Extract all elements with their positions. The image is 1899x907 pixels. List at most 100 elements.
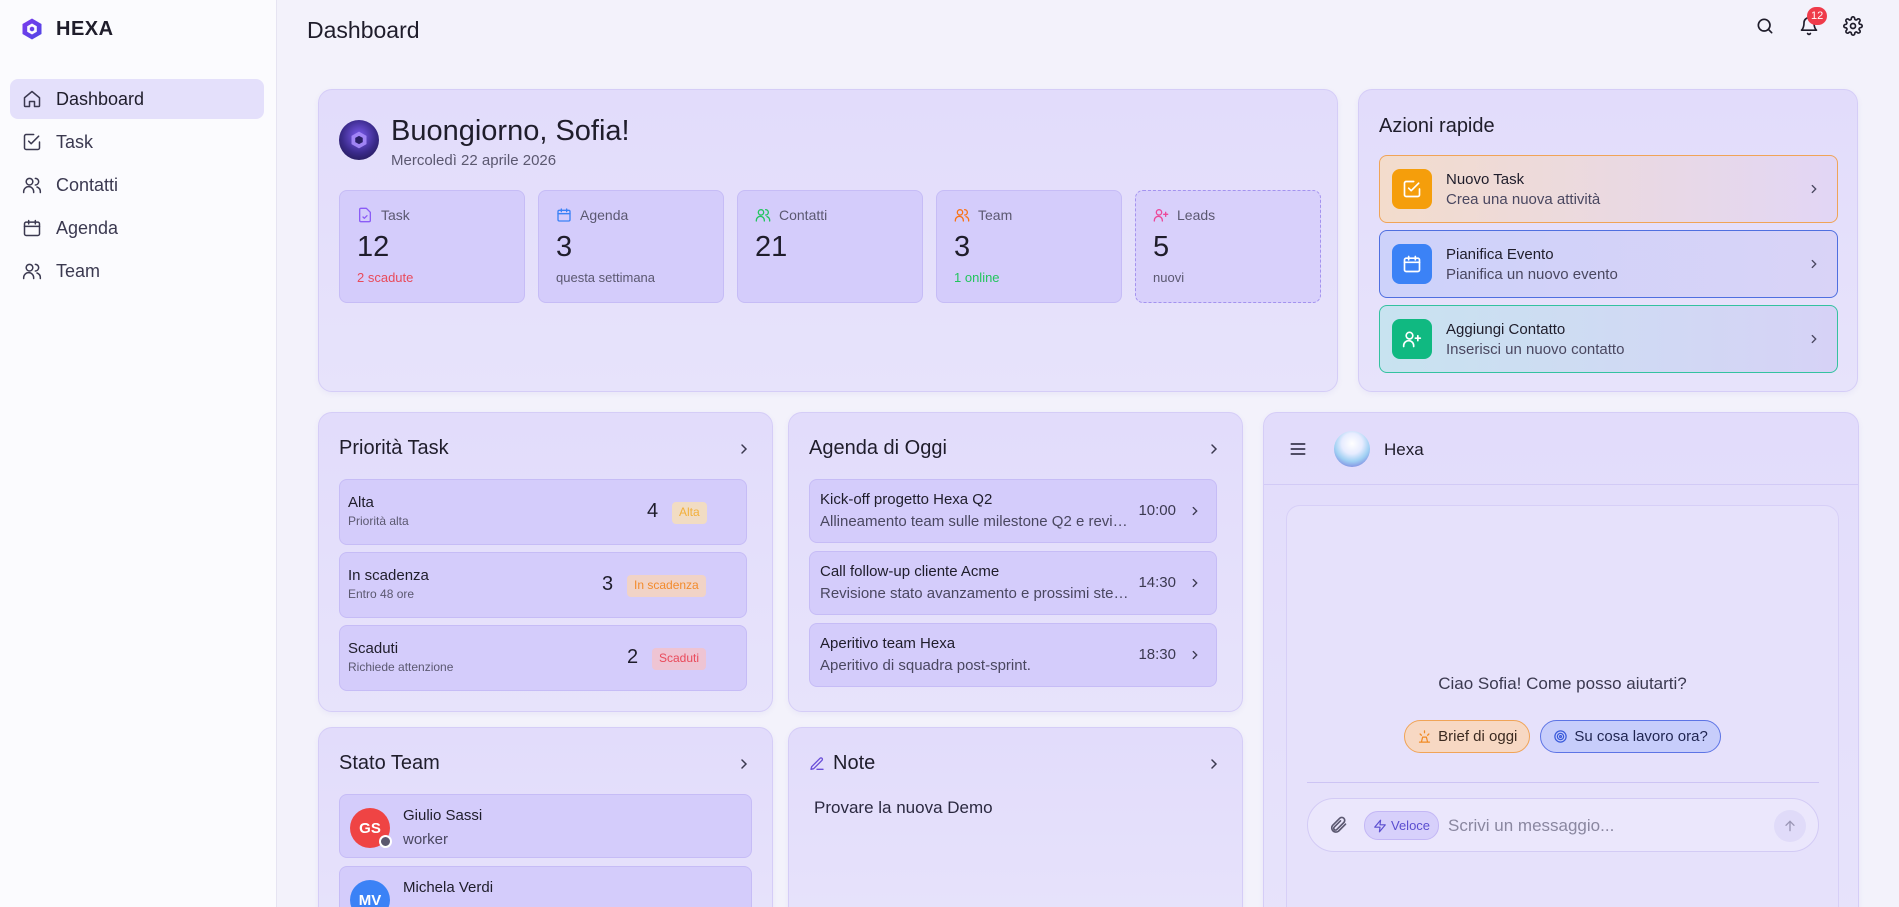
divider (1307, 782, 1819, 783)
agenda-card: Agenda di Oggi Kick-off progetto Hexa Q2… (788, 412, 1243, 712)
chevron-right-icon (1188, 648, 1202, 667)
topbar-actions: 12 (1755, 7, 1863, 36)
user-plus-icon (1392, 319, 1432, 359)
chevron-right-icon[interactable] (1206, 756, 1222, 772)
event-time: 10:00 (1138, 502, 1176, 519)
priority-count: 4 (647, 500, 659, 522)
chevron-right-icon[interactable] (736, 441, 752, 457)
user-plus-icon (1153, 207, 1169, 223)
message-composer: Veloce (1307, 798, 1819, 852)
quick-action-plan-event[interactable]: Pianifica Evento Pianifica un nuovo event… (1379, 230, 1838, 298)
stat-label: Agenda (580, 207, 629, 223)
priority-row-scaduti[interactable]: Scaduti Richiede attenzione 2 Scaduti (339, 625, 747, 691)
users-icon (22, 175, 42, 195)
menu-icon[interactable] (1288, 439, 1308, 459)
stat-card-task[interactable]: Task 12 2 scadute (339, 190, 525, 303)
sidebar-item-contatti[interactable]: Contatti (10, 165, 264, 205)
chip-su-cosa-lavoro[interactable]: Su cosa lavoro ora? (1540, 720, 1721, 753)
stat-card-team[interactable]: Team 3 1 online (936, 190, 1122, 303)
quick-action-new-task[interactable]: Nuovo Task Crea una nuova attività (1379, 155, 1838, 223)
greeting-title: Buongiorno, Sofia! (391, 115, 630, 147)
stat-value: 5 (1153, 231, 1170, 263)
sidebar-item-task[interactable]: Task (10, 122, 264, 162)
chevron-right-icon (1807, 257, 1821, 276)
priority-row-alta[interactable]: Alta Priorità alta 4 Alta (339, 479, 747, 545)
chevron-right-icon (1188, 504, 1202, 523)
priority-row-in-scadenza[interactable]: In scadenza Entro 48 ore 3 In scadenza (339, 552, 747, 618)
sidebar-item-label: Dashboard (56, 88, 145, 109)
chat-body: Ciao Sofia! Come posso aiutarti? Brief d… (1286, 505, 1839, 907)
bell-icon[interactable]: 12 (1799, 7, 1828, 36)
chevron-right-icon[interactable] (736, 756, 752, 772)
quick-action-add-contact[interactable]: Aggiungi Contatto Inserisci un nuovo cont… (1379, 305, 1838, 373)
member-role: worker (403, 831, 449, 848)
hexa-avatar (339, 120, 379, 160)
gear-icon[interactable] (1843, 16, 1863, 36)
chat-greeting: Ciao Sofia! Come posso aiutarti? (1438, 674, 1687, 693)
chip-label: Brief di oggi (1438, 728, 1518, 745)
priority-title: Priorità Task (339, 437, 449, 459)
users-icon (22, 261, 42, 281)
calendar-icon (1392, 244, 1432, 284)
chip-label: Su cosa lavoro ora? (1574, 728, 1708, 745)
page-title: Dashboard (307, 17, 420, 43)
stat-card-contatti[interactable]: Contatti 21 (737, 190, 923, 303)
team-member[interactable]: MV Michela Verdi (339, 866, 752, 907)
stat-card-leads[interactable]: Leads 5 nuovi (1135, 190, 1321, 303)
home-icon (22, 89, 42, 109)
priority-tag: Scaduti (652, 648, 707, 670)
stat-label: Contatti (779, 207, 828, 223)
priority-count: 3 (602, 573, 614, 595)
chat-panel: Hexa Ciao Sofia! Come posso aiutarti? Br… (1263, 412, 1859, 907)
sidebar-item-dashboard[interactable]: Dashboard (10, 79, 264, 119)
paperclip-icon[interactable] (1328, 815, 1348, 835)
chip-brief-di-oggi[interactable]: Brief di oggi (1404, 720, 1531, 753)
status-dot (379, 835, 392, 848)
member-name: Giulio Sassi (403, 807, 483, 824)
note-card: Note Provare la nuova Demo (788, 727, 1243, 907)
sidebar-item-label: Contatti (56, 174, 119, 195)
agenda-event[interactable]: Aperitivo team Hexa Aperitivo di squadra… (809, 623, 1217, 687)
team-status-card: Stato Team GS Giulio Sassi worker MV Mic… (318, 727, 773, 907)
hexa-assistant-avatar (1334, 431, 1370, 467)
stat-value: 12 (357, 231, 390, 263)
task-icon (357, 207, 373, 223)
sidebar: HEXA Dashboard Task Contatti Agenda Team (0, 0, 277, 907)
mode-toggle-veloce[interactable]: Veloce (1364, 811, 1440, 840)
avatar-initials: GS (359, 819, 381, 837)
quick-actions-title: Azioni rapide (1379, 115, 1495, 137)
team-member[interactable]: GS Giulio Sassi worker (339, 794, 752, 858)
message-input[interactable] (1448, 812, 1748, 840)
sidebar-item-label: Task (56, 131, 94, 152)
priority-count: 2 (627, 646, 639, 668)
sidebar-item-agenda[interactable]: Agenda (10, 208, 264, 248)
event-time: 18:30 (1138, 646, 1176, 663)
stat-card-agenda[interactable]: Agenda 3 questa settimana (538, 190, 724, 303)
send-button[interactable] (1774, 810, 1806, 842)
brand[interactable]: HEXA (20, 17, 114, 41)
chevron-right-icon (1188, 576, 1202, 595)
search-icon[interactable] (1755, 16, 1775, 36)
pencil-icon (809, 756, 825, 772)
agenda-event[interactable]: Call follow-up cliente Acme Revisione st… (809, 551, 1217, 615)
chevron-right-icon[interactable] (1206, 441, 1222, 457)
quick-action-subtitle: Inserisci un nuovo contatto (1446, 340, 1625, 358)
chevron-right-icon (1807, 332, 1821, 351)
agenda-title: Agenda di Oggi (809, 437, 947, 459)
quick-action-title: Nuovo Task (1446, 170, 1525, 188)
users-icon (755, 207, 771, 223)
hexa-logo-icon (20, 17, 44, 41)
event-desc: Revisione stato avanzamento e prossimi s… (820, 585, 1130, 602)
note-title: Note (833, 752, 876, 774)
suggestion-chips: Brief di oggi Su cosa lavoro ora? (1287, 720, 1838, 753)
event-desc: Allineamento team sulle milestone Q2 e r… (820, 513, 1130, 530)
stat-label: Team (978, 207, 1013, 223)
sidebar-item-team[interactable]: Team (10, 251, 264, 291)
quick-action-title: Pianifica Evento (1446, 245, 1554, 263)
quick-action-subtitle: Pianifica un nuovo evento (1446, 265, 1618, 283)
agenda-event[interactable]: Kick-off progetto Hexa Q2 Allineamento t… (809, 479, 1217, 543)
stat-sub: 1 online (954, 270, 1000, 285)
current-date: Mercoledì 22 aprile 2026 (391, 152, 557, 169)
stat-value: 21 (755, 231, 788, 263)
calendar-icon (22, 218, 42, 238)
